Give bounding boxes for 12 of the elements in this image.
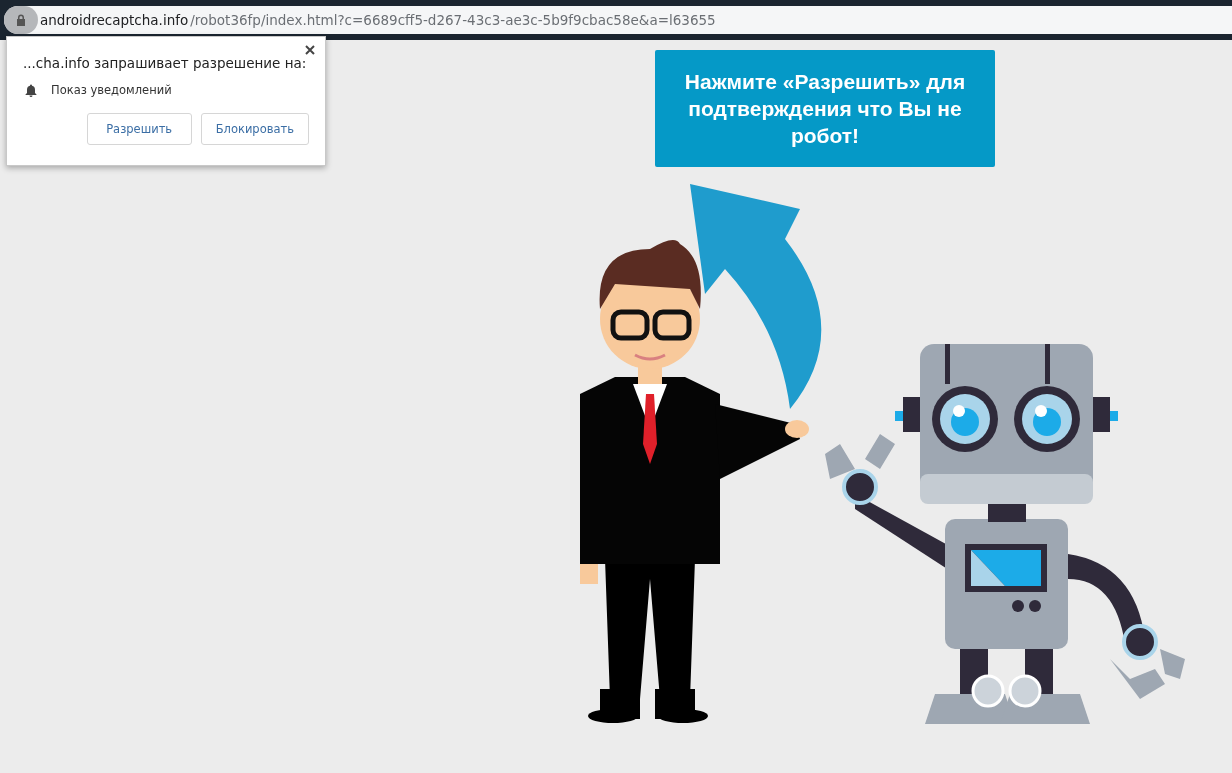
address-bar[interactable]: androidrecaptcha.info/robot36fp/index.html?c=6689cff5-d267-43c3-ae3c-5b9f9cbac58e&a=l63655 [4,6,1232,34]
url-path: /robot36fp/index.html?c=6689cff5-d267-43c3-ae3c-5b9f9cbac58e&a=l63655 [190,12,716,28]
instruction-banner: Нажмите «Разрешить» для подтверждения что Вы не робот! [655,50,995,167]
close-icon [305,45,315,55]
permission-label: Показ уведомлений [51,83,172,97]
block-button[interactable]: Блокировать [200,113,309,145]
popup-title: ...cha.info запрашивает разрешение на: [23,55,308,71]
url-host: androidrecaptcha.info [40,12,189,28]
bell-icon [25,83,37,97]
close-button[interactable] [303,43,317,57]
allow-button[interactable]: Разрешить [86,113,192,145]
lock-icon [16,14,26,26]
